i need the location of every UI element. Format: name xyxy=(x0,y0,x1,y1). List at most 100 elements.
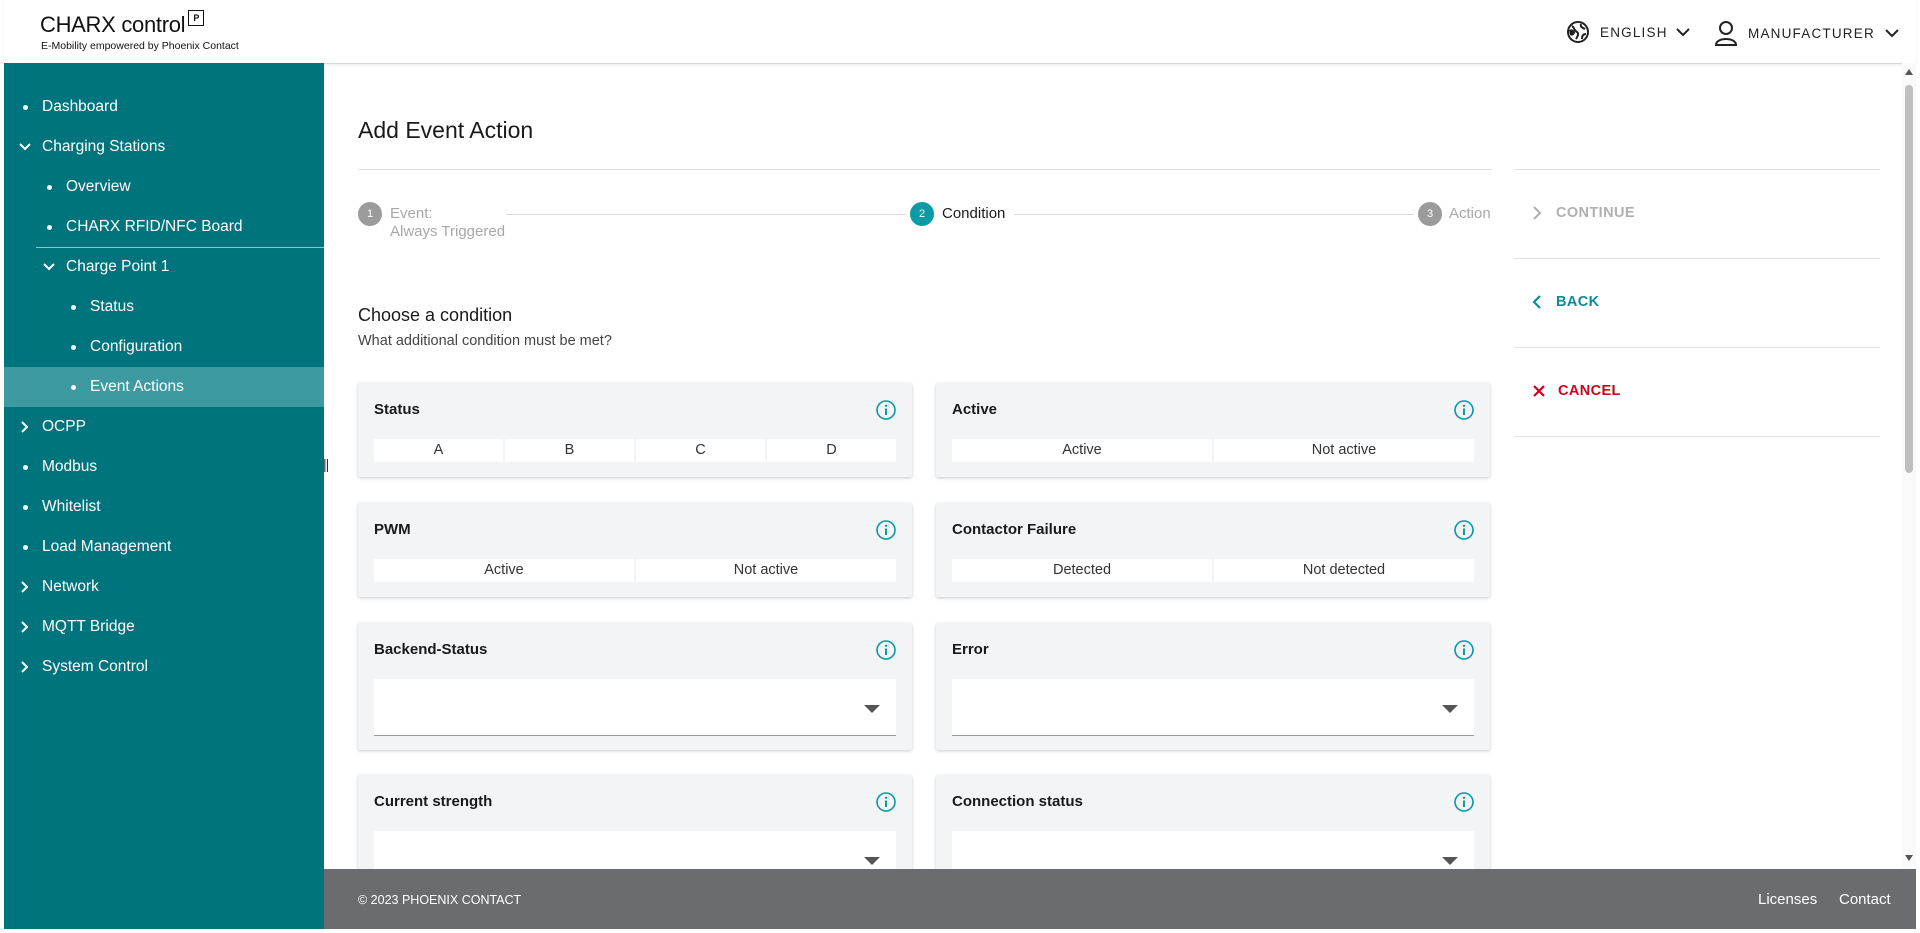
sidebar-item-ocpp[interactable]: OCPP xyxy=(4,407,324,447)
bullet-icon xyxy=(46,184,52,190)
pwm-option-active[interactable]: Active xyxy=(374,559,634,582)
user-icon xyxy=(1714,21,1738,46)
sidebar-item-label: Charging Stations xyxy=(42,138,166,155)
sidebar-item-mqtt-bridge[interactable]: MQTT Bridge xyxy=(4,607,324,647)
sidebar-item-label: System Control xyxy=(42,658,148,675)
step-3-number: 3 xyxy=(1418,202,1442,226)
bullet-icon xyxy=(70,384,76,390)
sidebar-item-overview[interactable]: Overview xyxy=(4,167,324,207)
card-title: Connection status xyxy=(952,793,1083,810)
cancel-label: CANCEL xyxy=(1558,383,1621,399)
info-icon[interactable] xyxy=(876,400,896,420)
chevron-down-icon xyxy=(1675,28,1690,37)
footer-licenses-link[interactable]: Licenses xyxy=(1758,891,1817,908)
sidebar-item-whitelist[interactable]: Whitelist xyxy=(4,487,324,527)
chevron-down-icon xyxy=(1885,29,1899,38)
info-icon[interactable] xyxy=(1454,520,1474,540)
pwm-option-not-active[interactable]: Not active xyxy=(636,559,896,582)
info-icon[interactable] xyxy=(1454,792,1474,812)
contactor-segmented-control: Detected Not detected xyxy=(952,559,1474,582)
info-icon[interactable] xyxy=(1454,640,1474,660)
back-button[interactable]: BACK xyxy=(1532,294,1600,310)
chevron-right-icon xyxy=(21,421,29,433)
bullet-icon xyxy=(70,304,76,310)
condition-card-current-strength: Current strength xyxy=(358,775,912,869)
backend-status-select[interactable] xyxy=(374,679,896,736)
sidebar-item-label: MQTT Bridge xyxy=(42,618,135,635)
pwm-segmented-control: Active Not active xyxy=(374,559,896,582)
active-option-not-active[interactable]: Not active xyxy=(1214,439,1474,462)
bullet-icon xyxy=(46,224,52,230)
page-title: Add Event Action xyxy=(358,117,534,143)
cancel-button[interactable]: CANCEL xyxy=(1532,383,1621,399)
continue-label: CONTINUE xyxy=(1556,205,1635,221)
sidebar-item-label: Overview xyxy=(66,178,131,195)
logo-title: CHARX control xyxy=(40,12,186,37)
continue-button[interactable]: CONTINUE xyxy=(1532,205,1635,221)
scroll-up-arrow-icon[interactable] xyxy=(1905,69,1913,75)
step-1-number: 1 xyxy=(358,202,382,226)
main-scrollbar[interactable] xyxy=(1902,63,1916,869)
sidebar-item-status[interactable]: Status xyxy=(4,287,324,327)
sidebar-item-configuration[interactable]: Configuration xyxy=(4,327,324,367)
chevron-right-icon xyxy=(21,661,29,673)
step-1-label: Event: Always Triggered xyxy=(390,205,505,241)
sidebar-item-rfid-board[interactable]: CHARX RFID/NFC Board xyxy=(4,207,324,247)
card-title: Backend-Status xyxy=(374,641,488,658)
scroll-down-arrow-icon[interactable] xyxy=(1905,855,1913,861)
sidebar-item-network[interactable]: Network xyxy=(4,567,324,607)
actions-divider xyxy=(1514,169,1880,170)
chevron-down-icon xyxy=(43,263,55,271)
current-strength-select[interactable] xyxy=(374,831,896,869)
app-header: CHARX control P E-Mobility empowered by P… xyxy=(4,0,1916,64)
contactor-option-not-detected[interactable]: Not detected xyxy=(1214,559,1474,582)
sidebar-item-dashboard[interactable]: Dashboard xyxy=(4,87,324,127)
status-option-c[interactable]: C xyxy=(636,439,765,462)
language-selector[interactable]: ENGLISH xyxy=(1566,20,1690,44)
card-title: Status xyxy=(374,401,420,418)
status-option-a[interactable]: A xyxy=(374,439,503,462)
contactor-option-detected[interactable]: Detected xyxy=(952,559,1212,582)
status-option-b[interactable]: B xyxy=(505,439,634,462)
condition-card-active: Active Active Not active xyxy=(936,383,1490,477)
sidebar-item-system-control[interactable]: System Control xyxy=(4,647,324,687)
sidebar-item-modbus[interactable]: Modbus xyxy=(4,447,324,487)
status-option-d[interactable]: D xyxy=(767,439,896,462)
app-logo[interactable]: CHARX control P xyxy=(40,10,205,38)
footer-contact-link[interactable]: Contact xyxy=(1839,891,1891,908)
sidebar: Dashboard Charging Stations Overview CHA… xyxy=(4,63,324,929)
active-option-active[interactable]: Active xyxy=(952,439,1212,462)
logo-subtitle: E-Mobility empowered by Phoenix Contact xyxy=(41,40,239,52)
condition-card-pwm: PWM Active Not active xyxy=(358,503,912,597)
sidebar-item-label: OCPP xyxy=(42,418,86,435)
sidebar-item-event-actions[interactable]: Event Actions xyxy=(4,367,324,407)
stepper-line xyxy=(1014,214,1414,215)
section-title: Choose a condition xyxy=(358,305,513,325)
sidebar-item-load-management[interactable]: Load Management xyxy=(4,527,324,567)
user-menu[interactable]: MANUFACTURER xyxy=(1714,20,1899,46)
info-icon[interactable] xyxy=(876,792,896,812)
condition-card-status: Status A B C D xyxy=(358,383,912,477)
phoenix-logo-mark: P xyxy=(188,10,205,26)
actions-divider xyxy=(1514,347,1880,348)
error-select[interactable] xyxy=(952,679,1474,736)
chevron-left-icon xyxy=(1532,295,1541,309)
sidebar-item-charge-point-1[interactable]: Charge Point 1 xyxy=(4,247,324,287)
step-1-label-line2: Always Triggered xyxy=(390,223,506,240)
caret-down-icon xyxy=(864,857,880,865)
actions-divider xyxy=(1514,436,1880,437)
card-title: Active xyxy=(952,401,998,418)
card-title: Error xyxy=(952,641,989,658)
connection-status-select[interactable] xyxy=(952,831,1474,869)
footer: © 2023 PHOENIX CONTACT Licenses Contact xyxy=(324,869,1916,929)
info-icon[interactable] xyxy=(876,640,896,660)
scrollbar-thumb[interactable] xyxy=(1905,85,1913,473)
section-subtitle: What additional condition must be met? xyxy=(358,333,612,349)
sidebar-item-label: Event Actions xyxy=(90,378,184,395)
chevron-right-icon xyxy=(1533,206,1542,220)
info-icon[interactable] xyxy=(1454,400,1474,420)
bullet-icon xyxy=(22,104,28,110)
card-title: Current strength xyxy=(374,793,493,810)
sidebar-item-charging-stations[interactable]: Charging Stations xyxy=(4,127,324,167)
info-icon[interactable] xyxy=(876,520,896,540)
